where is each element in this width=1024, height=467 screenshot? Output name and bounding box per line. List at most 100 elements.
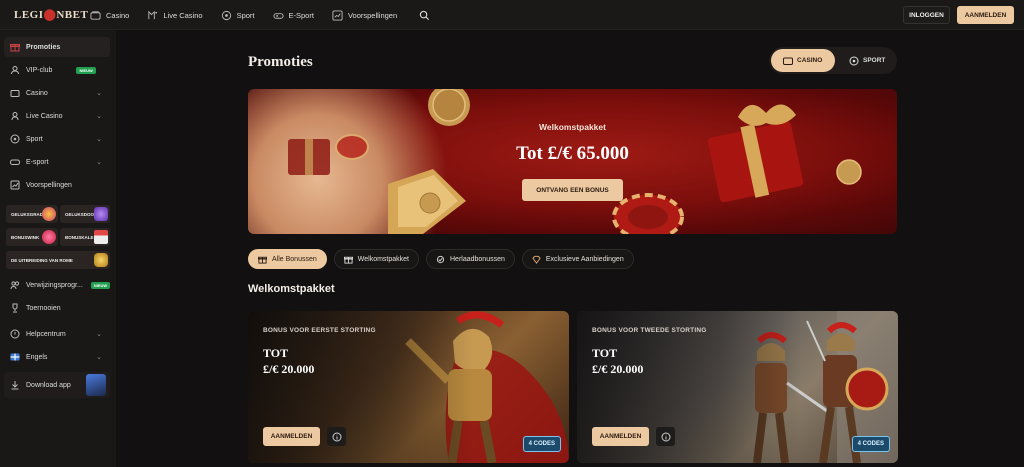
casino-sport-toggle: CASINO SPORT xyxy=(769,47,897,74)
sidebar-item-promotions[interactable]: Promoties xyxy=(4,37,110,57)
gold-coin-icon xyxy=(428,89,470,126)
bonus-card-first-deposit[interactable]: BONUS VOOR EERSTE STORTING TOT £/€ 20.00… xyxy=(248,311,569,463)
casino-chip-icon xyxy=(612,193,684,234)
bonus-card-second-deposit[interactable]: BONUS VOOR TWEEDE STORTING TOT £/€ 20.00… xyxy=(577,311,898,463)
tile-geluksdoos[interactable]: GELUKSDOOS xyxy=(60,205,110,223)
sidebar: Promoties VIP-club NIEUW Casino ⌄ Live C… xyxy=(0,30,116,467)
sidebar-item-tournaments[interactable]: Toernooien xyxy=(4,298,110,318)
live-casino-icon xyxy=(148,10,158,19)
chip-reload-bonuses[interactable]: Herlaadbonussen xyxy=(426,249,515,269)
chevron-down-icon: ⌄ xyxy=(96,331,102,338)
gift-icon xyxy=(258,256,267,264)
register-button[interactable]: AANMELDEN xyxy=(957,6,1014,24)
chevron-down-icon: ⌄ xyxy=(96,159,102,166)
get-bonus-button[interactable]: ONTVANG EEN BONUS xyxy=(522,179,623,201)
nav-predictions[interactable]: Voorspellingen xyxy=(332,9,397,21)
sidebar-item-referral[interactable]: Verwijzingsprogr... NIEUW xyxy=(4,275,111,295)
codes-badge[interactable]: 4 CODES xyxy=(851,436,890,452)
phone-app-icon xyxy=(86,374,106,396)
trophy-icon xyxy=(12,303,18,313)
shop-icon xyxy=(42,230,56,244)
diamond-icon xyxy=(532,255,541,264)
gamepad-icon xyxy=(272,12,284,19)
sidebar-item-vip[interactable]: VIP-club NIEUW xyxy=(4,60,110,80)
nav-sport[interactable]: Sport xyxy=(221,10,255,21)
card-tot: TOT xyxy=(263,346,289,360)
treasure-icon xyxy=(94,253,108,267)
gold-bar-icon xyxy=(388,169,466,234)
info-icon xyxy=(332,432,341,441)
referral-icon xyxy=(10,281,20,290)
sidebar-item-esport[interactable]: E-sport ⌄ xyxy=(4,152,110,172)
soccer-ball-icon xyxy=(10,134,20,144)
welcome-package-banner: Welkomstpakket Tot £/€ 65.000 ONTVANG EE… xyxy=(248,89,897,234)
gamepad-icon xyxy=(10,159,20,165)
card-tot: TOT xyxy=(592,346,618,360)
sidebar-item-language[interactable]: Engels ⌄ xyxy=(4,347,110,367)
chip-exclusive-offers[interactable]: Exclusieve Aanbiedingen xyxy=(521,249,634,269)
tile-geluksgrad[interactable]: GELUKSGRAD xyxy=(6,205,58,223)
sidebar-item-live-casino[interactable]: Live Casino ⌄ xyxy=(4,106,110,126)
chart-icon xyxy=(332,9,343,21)
soccer-ball-icon xyxy=(221,10,231,20)
soccer-ball-icon xyxy=(849,56,859,65)
gift-icon xyxy=(10,44,20,52)
chevron-down-icon: ⌄ xyxy=(96,136,102,143)
sidebar-item-sport[interactable]: Sport ⌄ xyxy=(4,129,110,149)
card-amount: £/€ 20.000 xyxy=(263,362,315,376)
reload-icon xyxy=(436,255,445,263)
new-badge: NIEUW xyxy=(76,66,96,74)
casino-icon xyxy=(10,90,20,97)
chart-icon xyxy=(10,180,20,190)
sidebar-item-predictions[interactable]: Voorspellingen xyxy=(4,175,110,195)
section-title: Welkomstpakket xyxy=(248,283,335,295)
new-badge: NIEUW xyxy=(90,281,111,289)
toggle-casino[interactable]: CASINO xyxy=(771,49,835,72)
tile-rome-expansion[interactable]: DE UITBREIDING VAN ROME xyxy=(6,251,110,269)
card-label: BONUS VOOR TWEEDE STORTING xyxy=(592,327,707,334)
register-button[interactable]: AANMELDEN xyxy=(592,427,649,446)
register-button[interactable]: AANMELDEN xyxy=(263,427,320,446)
tile-bonuswinkel[interactable]: BONUSWINK xyxy=(6,228,58,246)
help-icon xyxy=(10,329,20,339)
chevron-down-icon: ⌄ xyxy=(96,90,102,97)
chevron-down-icon: ⌄ xyxy=(96,113,102,120)
chip-welcome-package[interactable]: Welkomstpakket xyxy=(333,249,419,269)
codes-badge[interactable]: 4 CODES xyxy=(522,436,561,452)
calendar-icon xyxy=(94,230,108,244)
wheel-icon xyxy=(42,207,56,221)
top-navigation-bar: LEGI⬤NBET Casino Live Casino Sport E-Spo… xyxy=(0,0,1024,30)
main-nav: Casino Live Casino Sport E-Sport Voorspe… xyxy=(90,0,430,30)
banner-subtitle: Welkomstpakket xyxy=(539,122,606,132)
nav-live-casino[interactable]: Live Casino xyxy=(147,10,203,21)
sidebar-item-help[interactable]: Helpcentrum ⌄ xyxy=(4,324,110,344)
flag-icon xyxy=(10,353,20,361)
card-label: BONUS VOOR EERSTE STORTING xyxy=(263,327,376,334)
info-icon xyxy=(661,432,670,441)
banner-amount: Tot £/€ 65.000 xyxy=(516,143,629,164)
info-button[interactable] xyxy=(656,427,675,446)
legionbet-logo[interactable]: LEGI⬤NBET xyxy=(14,8,88,21)
sidebar-item-casino[interactable]: Casino ⌄ xyxy=(4,83,110,103)
page-title: Promoties xyxy=(248,54,313,70)
info-button[interactable] xyxy=(327,427,346,446)
nav-search[interactable] xyxy=(419,10,430,21)
vip-icon xyxy=(11,66,19,75)
casino-icon xyxy=(783,57,793,65)
live-casino-icon xyxy=(11,112,19,121)
gift-box-icon xyxy=(343,256,353,264)
card-amount: £/€ 20.000 xyxy=(592,362,644,376)
main-content: Promoties CASINO SPORT Welkomstpakket To… xyxy=(116,30,1024,467)
download-icon xyxy=(11,381,19,390)
search-icon xyxy=(419,10,430,20)
bonus-filter-chips: Alle Bonussen Welkomstpakket Herlaadbonu… xyxy=(248,249,634,269)
sidebar-item-download-app[interactable]: Download app xyxy=(4,372,110,398)
login-button[interactable]: INLOGGEN xyxy=(903,6,950,24)
mystery-box-icon xyxy=(94,207,108,221)
nav-esport[interactable]: E-Sport xyxy=(272,10,314,21)
toggle-sport[interactable]: SPORT xyxy=(837,49,895,72)
nav-casino[interactable]: Casino xyxy=(90,10,129,21)
tile-bonuskalender[interactable]: BONUSKALE xyxy=(60,228,110,246)
casino-icon xyxy=(90,10,101,20)
chip-all-bonuses[interactable]: Alle Bonussen xyxy=(248,249,327,269)
